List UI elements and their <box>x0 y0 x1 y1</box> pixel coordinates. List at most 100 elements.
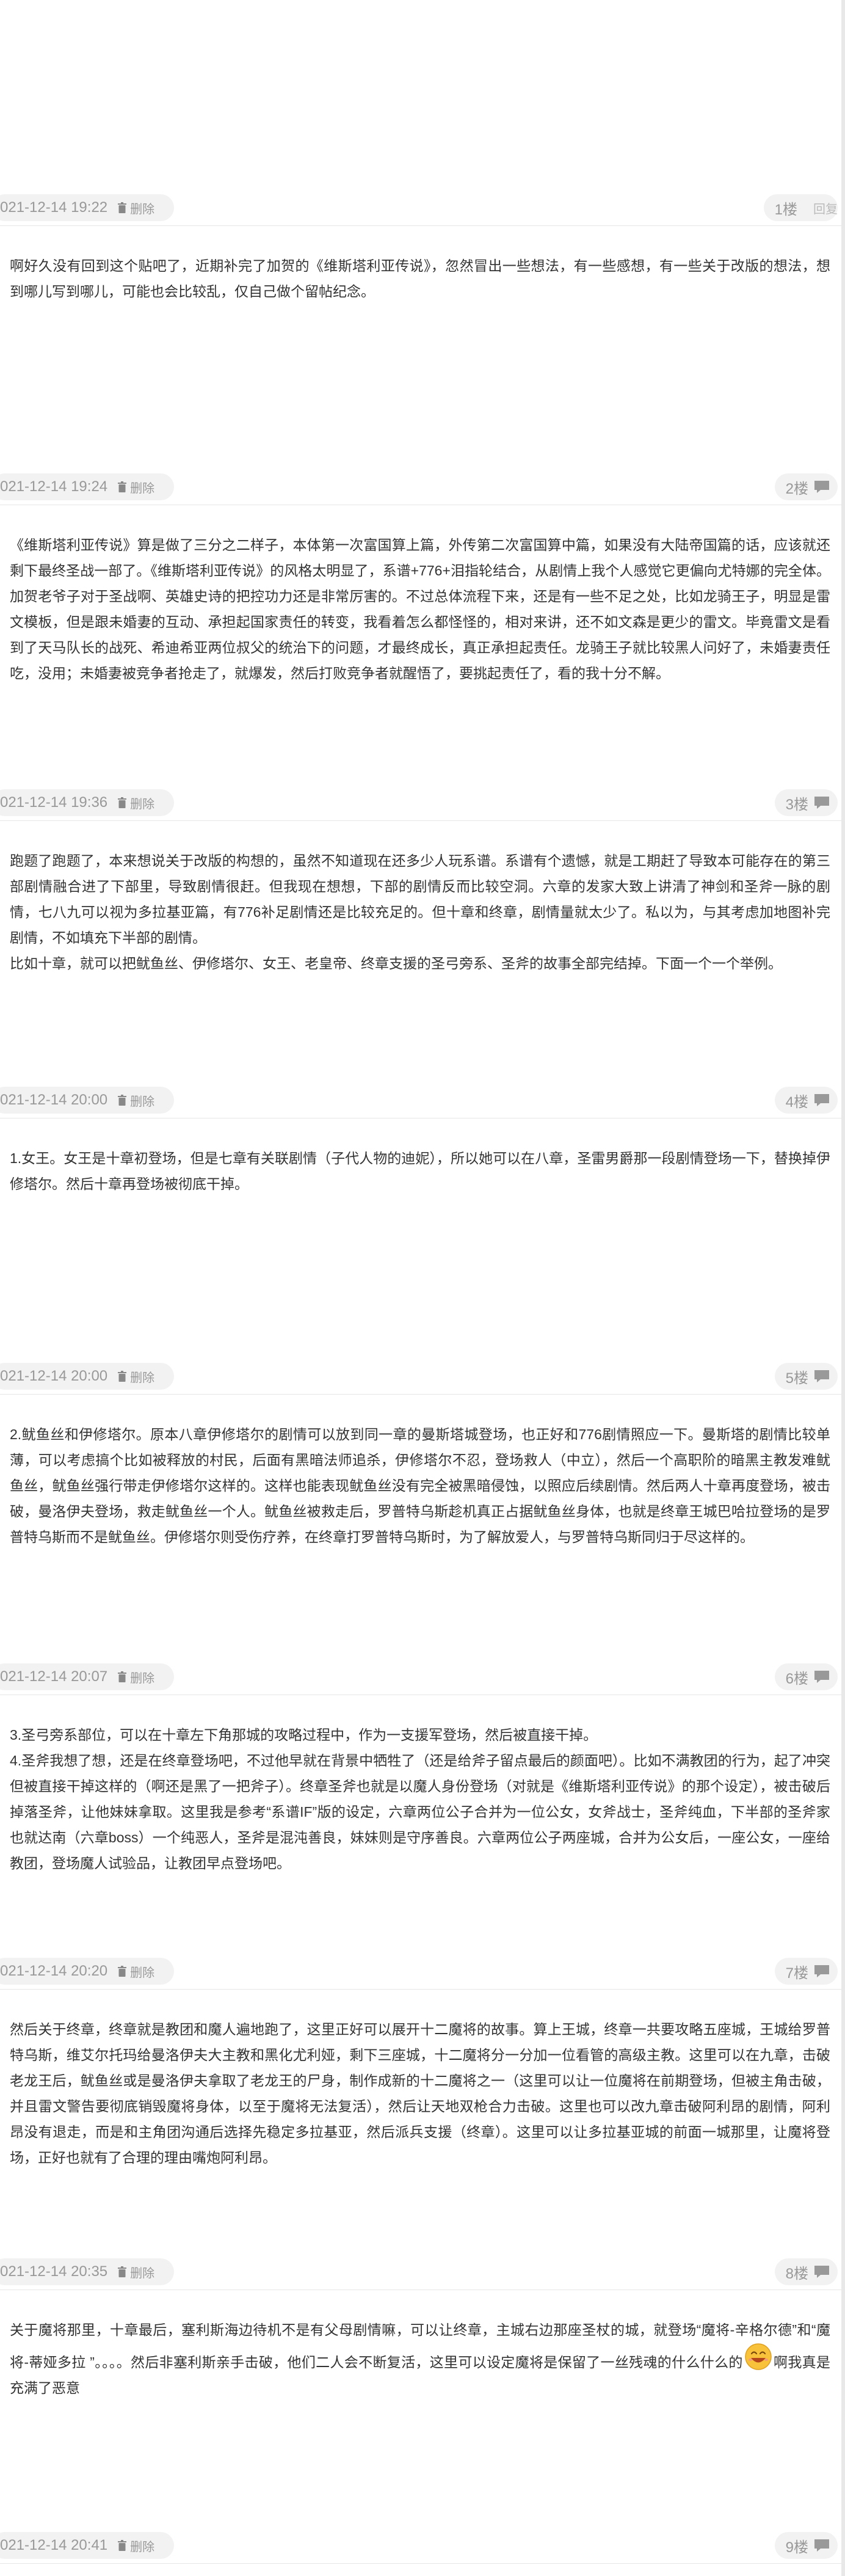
comment-icon[interactable] <box>813 1093 830 1107</box>
post-time: 021-12-14 19:24 <box>0 478 108 495</box>
delete-button[interactable]: 删除 <box>117 2263 154 2281</box>
comment-icon[interactable] <box>813 795 830 810</box>
delete-button[interactable]: 删除 <box>117 794 154 812</box>
floor-pill[interactable]: 9楼 <box>774 2532 838 2559</box>
delete-label: 删除 <box>130 1095 155 1109</box>
delete-button[interactable]: 删除 <box>117 1368 154 1385</box>
post-meta-pill: 021-12-14 20:00 删除 <box>0 1363 175 1390</box>
post-time: 021-12-14 19:22 <box>0 199 108 216</box>
post-meta-pill: 021-12-14 20:35 删除 <box>0 2258 175 2285</box>
post-paragraph: 比如十章，就可以把鱿鱼丝、伊修塔尔、女王、老皇帝、终章支援的圣弓旁系、圣斧的故事… <box>10 955 782 971</box>
floor-number: 8楼 <box>785 2265 808 2282</box>
floor-number: 1楼 <box>774 201 797 218</box>
delete-label: 删除 <box>130 797 155 811</box>
post-paragraph: 关于魔将那里，十章最后，塞利斯海边待机不是有父母剧情嘛，可以让终章，主城右边那座… <box>10 2317 830 2401</box>
delete-label: 删除 <box>130 1671 155 1685</box>
floor-pill[interactable]: 6楼 <box>774 1663 838 1690</box>
delete-label: 删除 <box>130 1966 155 1980</box>
reply-label[interactable]: 回复 <box>813 199 838 217</box>
delete-label: 删除 <box>130 202 155 216</box>
post-5: 1.女王。女王是十章初登场，但是七章有关联剧情（子代人物的迪妮），所以她可以在八… <box>0 1118 841 1395</box>
floor-number: 7楼 <box>785 1965 808 1982</box>
floor-pill[interactable]: 1楼 回复 <box>763 194 838 221</box>
post-4: 跑题了跑题了，本来想说关于改版的构想的，虽然不知道现在还多少人玩系谱。系谱有个遗… <box>0 821 841 1118</box>
trash-icon <box>118 1095 127 1106</box>
post-8: 然后关于终章，终章就是教团和魔人遍地跑了，这里正好可以展开十二魔将的故事。算上王… <box>0 1990 841 2290</box>
comment-icon[interactable] <box>813 1964 830 1979</box>
floor-number: 9楼 <box>785 2539 808 2556</box>
delete-button[interactable]: 删除 <box>117 1092 154 1109</box>
post-meta-pill: 021-12-14 19:36 删除 <box>0 789 175 816</box>
laughing-emoji-icon <box>744 2343 772 2370</box>
delete-button[interactable]: 删除 <box>117 2537 154 2555</box>
delete-label: 删除 <box>130 481 155 495</box>
post-meta: 021-12-14 19:36 删除 3楼 <box>0 784 841 821</box>
post-time: 021-12-14 20:41 <box>0 2537 108 2553</box>
post-meta: 021-12-14 20:00 删除 4楼 <box>0 1082 841 1118</box>
trash-icon <box>118 2540 127 2551</box>
trash-icon <box>118 797 127 808</box>
post-paragraph: 跑题了跑题了，本来想说关于改版的构想的，虽然不知道现在还多少人玩系谱。系谱有个遗… <box>10 853 830 946</box>
trash-icon <box>118 1671 127 1682</box>
post-content: 啊好久没有回到这个贴吧了，近期补完了加贺的《维斯塔利亚传说》，忽然冒出一些想法，… <box>0 226 830 469</box>
comment-icon[interactable] <box>813 1669 830 1684</box>
post-meta: 021-12-14 20:20 删除 7楼 <box>0 1953 841 1990</box>
post-meta-pill: 021-12-14 19:22 删除 <box>0 194 175 221</box>
floor-pill[interactable]: 8楼 <box>774 2258 838 2285</box>
comment-icon[interactable] <box>813 2264 830 2279</box>
delete-label: 删除 <box>130 1371 155 1385</box>
post-2: 啊好久没有回到这个贴吧了，近期补完了加贺的《维斯塔利亚传说》，忽然冒出一些想法，… <box>0 226 841 505</box>
post-content: 《维斯塔利亚传说》算是做了三分之二样子，本体第一次富国算上篇，外传第二次富国算中… <box>0 505 830 784</box>
post-meta: 021-12-14 20:07 删除 6楼 <box>0 1658 841 1695</box>
post-meta: 021-12-14 20:41 删除 9楼 <box>0 2527 841 2564</box>
delete-button[interactable]: 删除 <box>117 478 154 496</box>
post-content: 跑题了跑题了，本来想说关于改版的构想的，虽然不知道现在还多少人玩系谱。系谱有个遗… <box>0 821 830 1082</box>
floor-number: 3楼 <box>785 796 808 813</box>
post-content: 1.女王。女王是十章初登场，但是七章有关联剧情（子代人物的迪妮），所以她可以在八… <box>0 1118 830 1358</box>
floor-pill[interactable]: 3楼 <box>774 789 838 816</box>
post-meta-pill: 021-12-14 20:07 删除 <box>0 1663 175 1690</box>
post-time: 021-12-14 20:00 <box>0 1368 108 1384</box>
post-content: 然后关于终章，终章就是教团和魔人遍地跑了，这里正好可以展开十二魔将的故事。算上王… <box>0 1990 830 2253</box>
floor-number: 5楼 <box>785 1370 808 1387</box>
post-time: 021-12-14 20:35 <box>0 2263 108 2280</box>
post-1: 021-12-14 19:22 删除 1楼 回复 <box>0 189 841 226</box>
trash-icon <box>118 1966 127 1977</box>
post-meta: 021-12-14 20:00 删除 5楼 <box>0 1358 841 1395</box>
post-time: 021-12-14 20:20 <box>0 1963 108 1979</box>
post-meta-pill: 021-12-14 19:24 删除 <box>0 473 175 500</box>
post-3: 《维斯塔利亚传说》算是做了三分之二样子，本体第一次富国算上篇，外传第二次富国算中… <box>0 505 841 821</box>
post-time: 021-12-14 20:00 <box>0 1092 108 1108</box>
trash-icon <box>118 481 127 492</box>
post-content: 2.鱿鱼丝和伊修塔尔。原本八章伊修塔尔的剧情可以放到同一章的曼斯塔城登场，也正好… <box>0 1395 830 1658</box>
floor-pill[interactable]: 4楼 <box>774 1087 838 1114</box>
scrollbar-track[interactable] <box>841 0 845 2576</box>
post-meta-pill: 021-12-14 20:00 删除 <box>0 1087 175 1114</box>
delete-label: 删除 <box>130 2266 155 2280</box>
post-time: 021-12-14 20:07 <box>0 1668 108 1685</box>
post-content: 3.圣弓旁系部位，可以在十章左下角那城的攻略过程中，作为一支援军登场，然后被直接… <box>0 1695 830 1953</box>
post-9: 关于魔将那里，十章最后，塞利斯海边待机不是有父母剧情嘛，可以让终章，主城右边那座… <box>0 2290 841 2564</box>
post-meta: 021-12-14 19:24 删除 2楼 <box>0 469 841 505</box>
comment-icon[interactable] <box>813 2538 830 2553</box>
post-time: 021-12-14 19:36 <box>0 794 108 811</box>
floor-pill[interactable]: 2楼 <box>774 473 838 500</box>
comment-icon[interactable] <box>813 1369 830 1384</box>
floor-number: 6楼 <box>785 1670 808 1687</box>
floor-number: 2楼 <box>785 480 808 497</box>
post-meta: 021-12-14 20:35 删除 8楼 <box>0 2253 841 2290</box>
post-paragraph: 4.圣斧我想了想，还是在终章登场吧，不过他早就在背景中牺牲了（还是给斧子留点最后… <box>10 1753 830 1871</box>
post-paragraph: 1.女王。女王是十章初登场，但是七章有关联剧情（子代人物的迪妮），所以她可以在八… <box>10 1150 830 1192</box>
post-content: 关于魔将那里，十章最后，塞利斯海边待机不是有父母剧情嘛，可以让终章，主城右边那座… <box>0 2290 830 2527</box>
floor-pill[interactable]: 7楼 <box>774 1958 838 1985</box>
comment-icon[interactable] <box>813 480 830 494</box>
delete-button[interactable]: 删除 <box>117 1668 154 1686</box>
floor-pill[interactable]: 5楼 <box>774 1363 838 1390</box>
delete-button[interactable]: 删除 <box>117 199 154 217</box>
thread-page: 021-12-14 19:22 删除 1楼 回复 啊好久没有回到这个贴吧了，近期… <box>0 0 845 2576</box>
delete-button[interactable]: 删除 <box>117 1963 154 1980</box>
trash-icon <box>118 202 127 213</box>
post-paragraph: 然后关于终章，终章就是教团和魔人遍地跑了，这里正好可以展开十二魔将的故事。算上王… <box>10 2021 830 2166</box>
floor-number: 4楼 <box>785 1093 808 1111</box>
post-paragraph: 《维斯塔利亚传说》算是做了三分之二样子，本体第一次富国算上篇，外传第二次富国算中… <box>10 537 830 681</box>
